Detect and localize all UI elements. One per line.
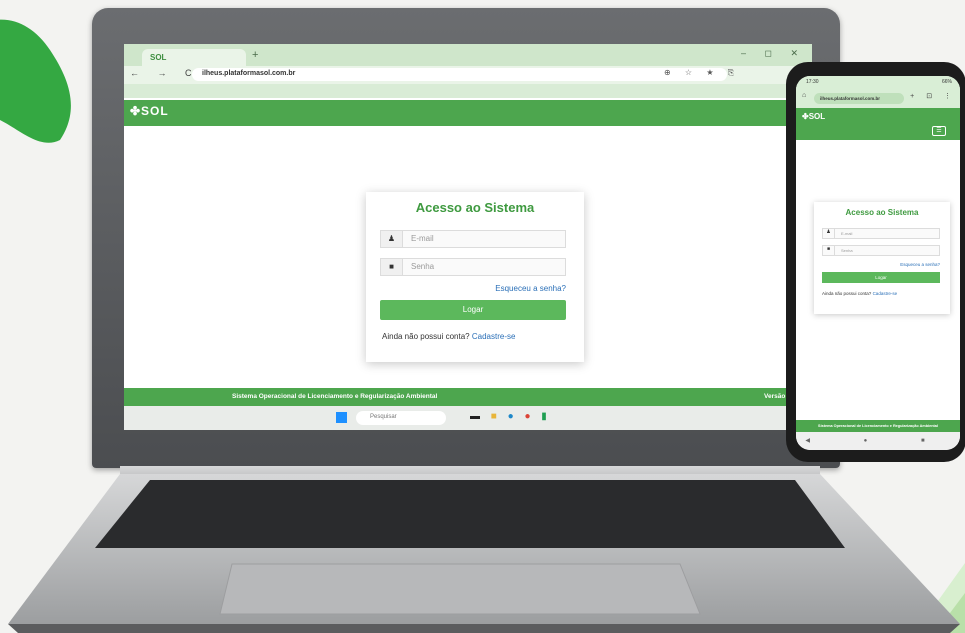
no-account-text: Ainda não possui conta? [382, 332, 470, 341]
window-controls[interactable]: – ◻ ✕ [741, 48, 806, 59]
windows-start-icon[interactable] [336, 412, 347, 423]
phone-email-field[interactable]: ♟ E-mail [822, 228, 940, 239]
forgot-password-link[interactable]: Esqueceu a senha? [495, 284, 566, 293]
phone-url-action-icons[interactable]: + ⊡ ⋮ [910, 92, 956, 100]
login-title: Acesso ao Sistema [415, 200, 535, 215]
browser-tab[interactable]: SOL [142, 49, 246, 66]
phone-site-footer: Sistema Operacional de Licenciamento e R… [796, 420, 960, 432]
new-tab-icon[interactable]: + [252, 49, 258, 61]
taskbar: Pesquisar ▬ ■ ● ● ▮ [124, 406, 812, 430]
user-icon: ♟ [381, 231, 403, 247]
site-header [124, 100, 812, 126]
file-explorer-icon[interactable]: ■ [491, 411, 501, 422]
phone-screen: 17:30 66% ⌂ ilheus.plataformasol.com.br … [796, 76, 960, 450]
phone-login-title: Acesso ao Sistema [845, 208, 919, 217]
site-footer: Sistema Operacional de Licenciamento e R… [124, 388, 812, 406]
login-button[interactable]: Logar [380, 300, 566, 320]
email-field[interactable]: ♟ E-mail [380, 230, 566, 248]
sheets-icon[interactable]: ▮ [541, 411, 551, 422]
phone-address-bar: ⌂ ilheus.plataformasol.com.br + ⊡ ⋮ [796, 90, 960, 108]
phone-password-placeholder: Senha [841, 248, 853, 253]
home-icon[interactable]: ⌂ [802, 92, 806, 99]
laptop-keyboard-deck [8, 474, 960, 633]
phone-login-button[interactable]: Logar [822, 272, 940, 283]
phone-signup-link[interactable]: Cadastre-se [873, 291, 898, 296]
phone-email-placeholder: E-mail [841, 231, 853, 236]
password-placeholder: Senha [411, 262, 435, 271]
bookmark-bar [124, 84, 812, 98]
login-card: Acesso ao Sistema ♟ E-mail ■ Senha Esque… [366, 192, 584, 362]
email-placeholder: E-mail [411, 234, 434, 243]
taskbar-apps: ▬ ■ ● ● ▮ [470, 411, 551, 422]
phone-no-account-text: Ainda não possui conta? [822, 291, 872, 296]
signup-row: Ainda não possui conta? Cadastre-se [382, 332, 515, 341]
footer-text: Sistema Operacional de Licenciamento e R… [232, 393, 438, 400]
status-time: 17:30 [806, 79, 819, 85]
laptop-screen: SOL + – ◻ ✕ ← → C ⌂ ilheus.plataformasol… [124, 44, 812, 430]
phone-forgot-password-link[interactable]: Esqueceu a senha? [900, 262, 940, 267]
edge-icon[interactable]: ● [508, 411, 518, 422]
phone-status-bar: 17:30 66% [796, 76, 960, 90]
terminal-icon[interactable]: ▬ [470, 411, 484, 422]
phone-signup-row: Ainda não possui conta? Cadastre-se [822, 291, 897, 296]
status-battery: 66% [941, 79, 952, 85]
footer-version: Versão [764, 393, 786, 400]
user-icon: ♟ [823, 229, 835, 238]
lock-icon: ■ [381, 259, 403, 275]
phone-nav-buttons[interactable]: ◀ ● ■ [796, 432, 960, 450]
chrome-icon[interactable]: ● [524, 411, 534, 422]
hamburger-menu-icon[interactable]: ☰ [932, 126, 946, 136]
taskbar-search[interactable]: Pesquisar [356, 411, 446, 425]
sol-logo[interactable]: ✤SOL [130, 104, 169, 118]
phone-login-card: Acesso ao Sistema ♟ E-mail ■ Senha Esque… [814, 202, 950, 314]
phone-sol-logo[interactable]: ✤SOL [802, 112, 825, 121]
url-input[interactable]: ilheus.plataformasol.com.br [192, 68, 727, 81]
decorative-green-blob [0, 19, 71, 143]
signup-link[interactable]: Cadastre-se [472, 332, 516, 341]
password-field[interactable]: ■ Senha [380, 258, 566, 276]
url-action-icons[interactable]: ⊕ ☆ ★ ⎘ [664, 68, 740, 78]
lock-icon: ■ [823, 246, 835, 255]
phone-password-field[interactable]: ■ Senha [822, 245, 940, 256]
phone-url-input[interactable]: ilheus.plataformasol.com.br [814, 93, 904, 104]
